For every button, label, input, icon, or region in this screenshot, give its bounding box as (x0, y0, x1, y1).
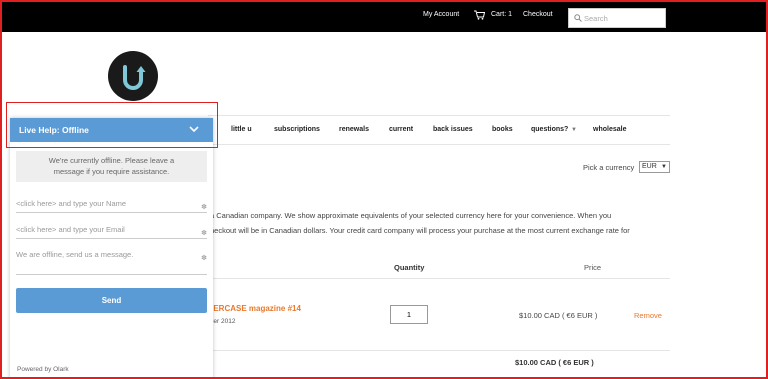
info-line-2: heckout will be in Canadian dollars. You… (210, 226, 630, 235)
cart-link[interactable]: Cart: 1 (491, 11, 512, 18)
currency-info-text: a Canadian company. We show approximate … (210, 208, 670, 238)
site-logo[interactable] (108, 51, 158, 101)
top-bar: My Account Cart: 1 Checkout (2, 2, 766, 32)
required-icon: ✽ (201, 255, 207, 262)
email-field[interactable]: <click here> and type your Email ✽ (16, 221, 207, 239)
nav-item-current[interactable]: current (389, 126, 413, 133)
currency-select[interactable]: EUR ▼ (639, 161, 670, 173)
powered-by-link[interactable]: Powered by Olark (17, 366, 69, 373)
cart-total: $10.00 CAD ( €6 EUR ) (515, 358, 594, 367)
offline-message-line-2: message if you require assistance. (53, 167, 170, 176)
price-header: Price (584, 263, 602, 272)
required-icon: ✽ (201, 204, 207, 211)
email-field-placeholder: <click here> and type your Email (16, 225, 125, 234)
send-button[interactable]: Send (16, 288, 207, 313)
remove-button[interactable]: Remove (634, 311, 662, 320)
offline-message-line-1: We're currently offline. Please leave a (48, 156, 175, 165)
quantity-input[interactable] (390, 305, 428, 324)
info-line-1: a Canadian company. We show approximate … (210, 211, 612, 220)
nav-divider-bottom (208, 144, 670, 145)
nav-item-books[interactable]: books (492, 126, 513, 133)
message-field-placeholder: We are offline, send us a message. (16, 250, 134, 259)
item-name-link[interactable]: PERCASE magazine #14 (208, 304, 301, 313)
search-input[interactable] (584, 11, 664, 25)
name-field[interactable]: <click here> and type your Name ✽ (16, 195, 207, 213)
highlight-box (6, 102, 218, 148)
nav-item-renewals[interactable]: renewals (339, 126, 369, 133)
search-box[interactable] (568, 8, 666, 28)
table-divider (208, 350, 670, 351)
nav-item-back-issues[interactable]: back issues (433, 126, 473, 133)
quantity-header: Quantity (394, 263, 425, 272)
nav-item-wholesale[interactable]: wholesale (593, 126, 626, 133)
nav-divider-top (208, 115, 670, 116)
item-price: $10.00 CAD ( €6 EUR ) (519, 311, 598, 320)
nav-item-questions[interactable]: questions? (531, 126, 568, 133)
chevron-down-icon: ▼ (571, 127, 577, 133)
required-icon: ✽ (201, 230, 207, 237)
offline-message: We're currently offline. Please leave a … (16, 151, 207, 182)
currency-selected-value: EUR (642, 163, 657, 170)
search-icon (574, 14, 582, 22)
table-divider (208, 278, 670, 279)
name-field-placeholder: <click here> and type your Name (16, 199, 127, 208)
nav-item-little-u[interactable]: little u (231, 126, 252, 133)
currency-label: Pick a currency (583, 163, 635, 172)
my-account-link[interactable]: My Account (423, 11, 459, 18)
checkout-link[interactable]: Checkout (523, 11, 553, 18)
nav-item-subscriptions[interactable]: subscriptions (274, 126, 320, 133)
live-help-widget: Live Help: Offline We're currently offli… (10, 118, 213, 379)
message-field[interactable]: We are offline, send us a message. ✽ (16, 248, 207, 275)
logo-u-icon (123, 65, 146, 90)
cart-icon[interactable] (474, 10, 485, 20)
select-arrow-icon: ▼ (661, 164, 667, 170)
